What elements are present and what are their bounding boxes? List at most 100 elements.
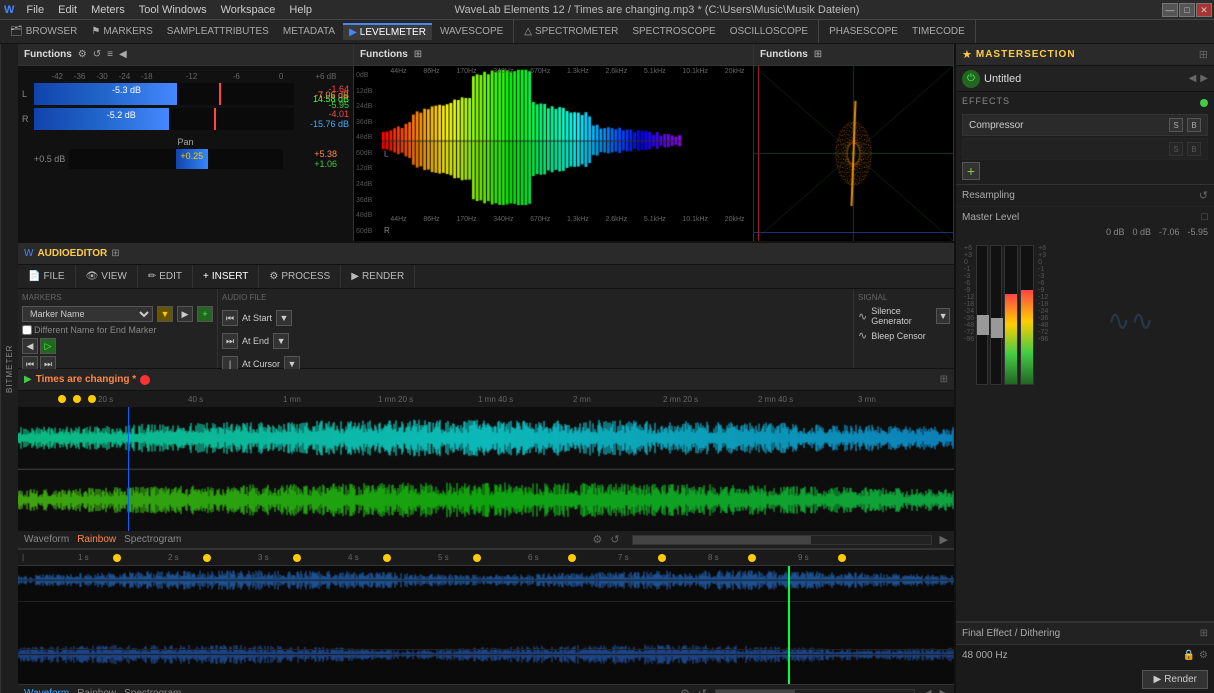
close-button[interactable]: ✕ (1196, 3, 1212, 17)
bottom-marker-2 (203, 554, 211, 562)
tab-wavescope[interactable]: WAVESCOPE (434, 24, 509, 39)
tab-spectrogram-upper[interactable]: Spectrogram (124, 534, 181, 545)
toolbar-file[interactable]: 📄 FILE (18, 265, 76, 288)
preset-nav-left[interactable]: ◀ (1189, 73, 1197, 84)
refresh-icon-lower[interactable]: ↺ (698, 687, 707, 693)
insert-icon: + (203, 271, 209, 282)
menu-toolwindows[interactable]: Tool Windows (133, 2, 213, 18)
scale-row-top: -42 -36 -30 -24 -18 -12 -6 0 +6 dB (22, 70, 349, 83)
fader-knob-2[interactable] (991, 318, 1003, 338)
fader-2[interactable] (990, 245, 1002, 385)
scroll-right-icon-lower[interactable]: ▶ (940, 687, 948, 693)
different-name-checkbox[interactable] (22, 325, 32, 335)
add-effect-btn[interactable]: + (962, 162, 980, 180)
expand-icon-editor[interactable]: ⊞ (111, 248, 119, 259)
settings-icon-lower[interactable]: ⚙ (680, 687, 690, 693)
master-expand-icon[interactable]: ⊞ (1199, 48, 1208, 61)
silence-gen-dropdown[interactable]: ▼ (936, 308, 950, 324)
center-content: Functions ⚙ ↺ ≡ ◀ -42 -36 -30 -24 -18 (18, 44, 954, 693)
tab-levelmeter[interactable]: ▶ LEVELMETER (343, 23, 432, 40)
tab-metadata[interactable]: METADATA (277, 24, 341, 39)
menu-icon[interactable]: ≡ (107, 49, 113, 60)
tab-rainbow-upper[interactable]: Rainbow (77, 534, 116, 545)
preset-nav-right[interactable]: ▶ (1200, 73, 1208, 84)
reset-icon[interactable]: ↺ (93, 49, 101, 60)
tab-group-left: 🗂 BROWSER ⚑ MARKERS SAMPLEATTRIBUTES MET… (0, 20, 514, 43)
final-effect-expand[interactable]: ⊞ (1200, 628, 1208, 639)
minimize-button[interactable]: — (1162, 3, 1178, 17)
marker-checkbox-row: Different Name for End Marker (22, 325, 213, 335)
menu-file[interactable]: File (20, 2, 50, 18)
master-level-section: Master Level □ 0 dB 0 dB -7.06 -5.95 +6 … (956, 207, 1214, 622)
expand-track-icon[interactable]: ⊞ (940, 374, 948, 385)
collapse-icon[interactable]: ◀ (119, 49, 127, 60)
render-button[interactable]: ▶ Render (1142, 670, 1208, 689)
toolbar-insert[interactable]: + INSERT (193, 265, 259, 288)
tab-browser[interactable]: 🗂 BROWSER (4, 24, 83, 39)
tab-spectrometer[interactable]: △ SPECTROMETER (518, 24, 624, 39)
fader-knob-1[interactable] (977, 315, 989, 335)
marker-set-btn[interactable]: ▷ (40, 338, 56, 354)
tab-rainbow-lower[interactable]: Rainbow (77, 688, 116, 693)
tab-timecode[interactable]: TIMECODE (906, 24, 971, 39)
markers-panel: MARKERS Marker Name ▼ ▶ + Different Name… (18, 289, 218, 368)
menu-help[interactable]: Help (283, 2, 318, 18)
at-start-dropdown[interactable]: ▼ (276, 310, 292, 326)
toolbar-render-label: RENDER (362, 271, 404, 282)
maximize-button[interactable]: □ (1179, 3, 1195, 17)
toolbar-process[interactable]: ⚙ PROCESS (259, 265, 341, 288)
effect-bypass-btn[interactable]: B (1187, 118, 1201, 132)
effect-row-2: S B (962, 138, 1208, 160)
scroll-right-icon[interactable]: ▶ (940, 533, 948, 546)
tab-oscilloscope[interactable]: OSCILLOSCOPE (724, 24, 814, 39)
scrollbar-upper[interactable] (632, 535, 932, 545)
resampling-icon[interactable]: ↺ (1199, 189, 1208, 202)
tab-markers[interactable]: ⚑ MARKERS (85, 24, 158, 39)
toolbar-edit[interactable]: ✏ EDIT (138, 265, 193, 288)
menu-meters[interactable]: Meters (85, 2, 131, 18)
tab-sampleattr[interactable]: SAMPLEATTRIBUTES (161, 24, 275, 39)
tab-waveform-upper[interactable]: Waveform (24, 534, 69, 545)
settings-icon-upper[interactable]: ⚙ (592, 533, 602, 546)
marker-add-btn[interactable]: + (197, 306, 213, 322)
rms2-val-r: -15.76 dB (297, 119, 349, 129)
refresh-icon-upper[interactable]: ↺ (610, 533, 619, 546)
bitmeter-label: BITMETER (5, 344, 14, 392)
effect-bypass-btn-2[interactable]: B (1187, 142, 1201, 156)
marker-yellow-btn[interactable]: ▼ (157, 306, 173, 322)
menu-edit[interactable]: Edit (52, 2, 83, 18)
marker-dot-3 (88, 395, 96, 403)
scrollbar-lower[interactable] (715, 689, 915, 693)
expand-icon-phase[interactable]: ⊞ (814, 49, 822, 60)
scroll-left-icon[interactable]: ◀ (923, 687, 931, 693)
settings-icon-master[interactable]: ⚙ (1199, 650, 1208, 661)
marker-name-dropdown[interactable]: Marker Name (22, 306, 153, 322)
scrollbar-thumb-upper[interactable] (633, 536, 812, 544)
toolbar-render[interactable]: ▶ RENDER (341, 265, 415, 288)
tab-waveform-lower[interactable]: Waveform (24, 688, 69, 693)
playhead-lower (788, 566, 790, 684)
peak-marker-r (214, 108, 216, 130)
resampling-label: Resampling (962, 190, 1195, 201)
tab-spectrogram-lower[interactable]: Spectrogram (124, 688, 181, 693)
fader-1[interactable] (976, 245, 988, 385)
phase-bottom-line (754, 232, 953, 233)
marker-dot-2 (73, 395, 81, 403)
tab-spectroscope[interactable]: SPECTROSCOPE (626, 24, 721, 39)
master-level-icon[interactable]: □ (1201, 211, 1208, 223)
scrollbar-thumb-lower[interactable] (716, 690, 795, 693)
waveform-lower (18, 566, 954, 684)
menu-workspace[interactable]: Workspace (215, 2, 282, 18)
marker-prev-btn[interactable]: ◀ (22, 338, 38, 354)
marker-name-row: Marker Name ▼ ▶ + (22, 306, 213, 322)
at-end-dropdown[interactable]: ▼ (273, 333, 289, 349)
marker-nav-fwd[interactable]: ▶ (177, 306, 193, 322)
toolbar-view[interactable]: 👁 VIEW (76, 265, 138, 288)
effect-solo-btn-2[interactable]: S (1169, 142, 1183, 156)
effect-solo-btn[interactable]: S (1169, 118, 1183, 132)
spectrometer-title: Functions (360, 49, 408, 60)
power-button[interactable]: ⏻ (962, 70, 980, 88)
expand-icon[interactable]: ⊞ (414, 49, 422, 60)
gear-icon[interactable]: ⚙ (78, 49, 87, 60)
tab-phasescope[interactable]: PHASESCOPE (823, 24, 904, 39)
